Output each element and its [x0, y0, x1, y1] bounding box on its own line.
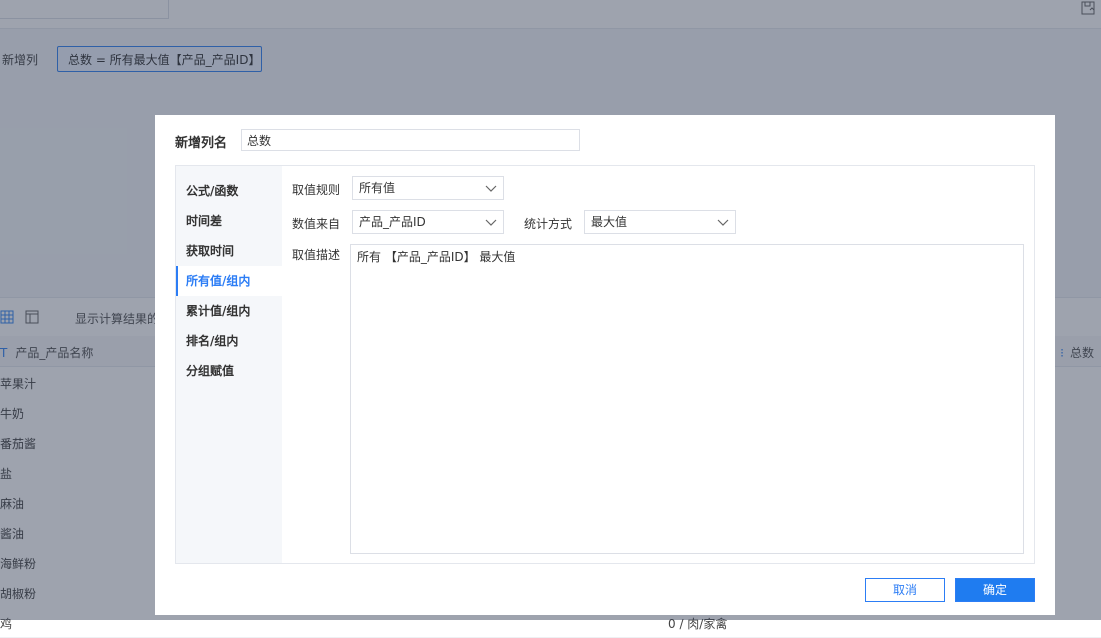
desc-label: 取值描述 [292, 248, 341, 262]
stat-method-select[interactable]: 最大值 [584, 210, 736, 234]
menu-item-all-values[interactable]: 所有值/组内 [176, 266, 282, 296]
cancel-button[interactable]: 取消 [865, 578, 945, 602]
chevron-down-icon [717, 219, 729, 226]
menu-item-time-diff[interactable]: 时间差 [176, 206, 282, 236]
rule-select-value: 所有值 [359, 181, 396, 195]
rule-select[interactable]: 所有值 [352, 176, 504, 200]
menu-item-rank[interactable]: 排名/组内 [176, 326, 282, 356]
chevron-down-icon [485, 219, 497, 226]
confirm-button[interactable]: 确定 [955, 578, 1035, 602]
desc-textarea[interactable]: 所有 【产品_产品ID】 最大值 [350, 244, 1024, 554]
menu-item-cumulative[interactable]: 累计值/组内 [176, 296, 282, 326]
rule-label: 取值规则 [292, 183, 341, 197]
menu-item-formula[interactable]: 公式/函数 [176, 176, 282, 206]
stat-method-label: 统计方式 [524, 217, 573, 231]
source-select-value: 产品_产品ID [359, 215, 426, 229]
stat-select-value: 最大值 [591, 215, 628, 229]
chevron-down-icon [485, 185, 497, 192]
column-name-input[interactable]: 总数 [241, 129, 580, 151]
config-panel: 公式/函数 时间差 获取时间 所有值/组内 累计值/组内 排名/组内 分组赋值 … [175, 165, 1035, 564]
menu-item-get-time[interactable]: 获取时间 [176, 236, 282, 266]
add-column-dialog: 新增列名 总数 公式/函数 时间差 获取时间 所有值/组内 累计值/组内 排名/… [155, 115, 1055, 615]
source-select[interactable]: 产品_产品ID [352, 210, 504, 234]
source-label: 数值来自 [292, 217, 341, 231]
function-menu: 公式/函数 时间差 获取时间 所有值/组内 累计值/组内 排名/组内 分组赋值 [176, 166, 282, 563]
menu-item-group-assign[interactable]: 分组赋值 [176, 356, 282, 386]
column-name-label: 新增列名 [175, 136, 228, 151]
